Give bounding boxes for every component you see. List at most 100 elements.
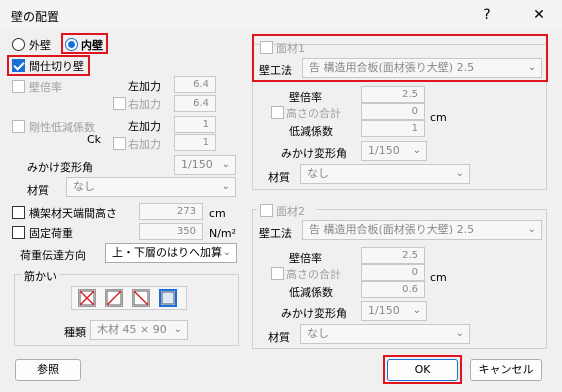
stiffness-right-label: 右加力 <box>128 138 161 151</box>
help-button[interactable]: ? <box>472 4 502 26</box>
panel1-deform-label: みかけ変形角 <box>281 147 347 160</box>
panel2-ratio-label: 壁倍率 <box>289 252 322 265</box>
panel2-material-select[interactable]: なし ⌄ <box>300 324 470 344</box>
panel1-reduction-field[interactable]: 1 <box>361 120 425 137</box>
outer-wall-radio[interactable] <box>12 38 25 51</box>
panel1-ratio-field[interactable]: 2.5 <box>361 86 425 103</box>
brace-left-button[interactable] <box>132 289 150 307</box>
brace-none-button[interactable] <box>159 289 177 307</box>
brace-cross-icon <box>79 290 95 306</box>
reference-button[interactable]: 参照 <box>15 359 81 381</box>
panel2-checkbox[interactable] <box>260 204 273 217</box>
ratio-label: 壁倍率 <box>29 81 62 94</box>
brace-diagonal-right-icon <box>106 290 122 306</box>
frame-height-label: 横架材天端間高さ <box>29 207 117 220</box>
panel2-method-select[interactable]: 告 構造用合板(面材張り大壁) 2.5 ⌄ <box>302 220 542 240</box>
chevron-down-icon: ⌄ <box>455 328 464 339</box>
panel2-ratio-field[interactable]: 2.5 <box>361 247 425 264</box>
brace-type-label: 種類 <box>64 326 86 339</box>
material-value: なし <box>73 180 95 193</box>
fixed-load-unit: N/m² <box>209 227 237 240</box>
chevron-down-icon: ⌄ <box>173 324 182 335</box>
material-select[interactable]: なし ⌄ <box>66 177 236 197</box>
brace-type-value: 木材 45 × 90 <box>97 323 167 336</box>
panel1-method-value: 告 構造用合板(面材張り大壁) 2.5 <box>309 61 475 74</box>
panel1-height-label: 高さの合計 <box>286 107 341 120</box>
panel1-height-checkbox[interactable] <box>271 106 284 119</box>
panel2-reduction-field[interactable]: 0.6 <box>361 281 425 298</box>
chevron-down-icon: ⌄ <box>455 168 464 179</box>
chevron-down-icon: ⌄ <box>222 247 231 258</box>
stiffness-right-field[interactable]: 1 <box>174 134 216 151</box>
panel1-material-value: なし <box>307 167 329 180</box>
ratio-checkbox[interactable] <box>12 80 25 93</box>
panel2-material-label: 材質 <box>268 331 290 344</box>
panel1-material-select[interactable]: なし ⌄ <box>300 164 470 184</box>
chevron-down-icon: ⌄ <box>221 181 230 192</box>
panel2-deform-value: 1/150 <box>368 304 400 317</box>
deform-label: みかけ変形角 <box>27 161 93 174</box>
ratio-left-label: 左加力 <box>128 80 161 93</box>
partition-label: 間仕切り壁 <box>29 60 84 73</box>
partition-checkbox[interactable] <box>12 59 25 72</box>
close-button[interactable]: ✕ <box>524 4 554 26</box>
panel1-unit: cm <box>430 111 447 124</box>
stiffness-left-field[interactable]: 1 <box>174 116 216 133</box>
panel1-title: 面材1 <box>276 42 305 55</box>
stiffness-ck-label: Ck <box>87 133 102 146</box>
ok-button[interactable]: OK <box>387 359 458 381</box>
brace-diagonal-left-icon <box>133 290 149 306</box>
material-label: 材質 <box>27 184 49 197</box>
outer-wall-label: 外壁 <box>29 39 51 52</box>
panel2-height-field[interactable]: 0 <box>361 264 425 281</box>
panel1-checkbox[interactable] <box>260 41 273 54</box>
ratio-right-label: 右加力 <box>128 98 161 111</box>
brace-right-button[interactable] <box>105 289 123 307</box>
fixed-load-field[interactable]: 350 <box>139 223 203 240</box>
stiffness-right-checkbox[interactable] <box>113 137 126 150</box>
chevron-down-icon: ⌄ <box>412 305 421 316</box>
brace-cross-button[interactable] <box>78 289 96 307</box>
chevron-down-icon: ⌄ <box>527 62 536 73</box>
window-title: 壁の配置 <box>11 10 60 24</box>
stiffness-left-label: 左加力 <box>128 120 161 133</box>
load-transfer-select[interactable]: 上・下層のはりへ加算 ⌄ <box>105 243 237 263</box>
frame-height-field[interactable]: 273 <box>139 203 203 220</box>
chevron-down-icon: ⌄ <box>221 159 230 170</box>
panel1-height-field[interactable]: 0 <box>361 103 425 120</box>
panel2-reduction-label: 低減係数 <box>289 286 333 299</box>
ratio-left-field[interactable]: 6.4 <box>174 76 216 93</box>
fixed-load-label: 固定荷重 <box>29 227 73 240</box>
panel2-unit: cm <box>430 271 447 284</box>
panel1-material-label: 材質 <box>268 171 290 184</box>
fixed-load-checkbox[interactable] <box>12 226 25 239</box>
panel2-method-label: 壁工法 <box>259 227 292 240</box>
ratio-right-field[interactable]: 6.4 <box>174 95 216 112</box>
stiffness-label: 剛性低減係数 <box>29 121 95 134</box>
panel2-title: 面材2 <box>276 205 305 218</box>
panel1-deform-value: 1/150 <box>368 144 400 157</box>
panel1-deform-select[interactable]: 1/150 ⌄ <box>361 141 427 161</box>
chevron-down-icon: ⌄ <box>412 145 421 156</box>
panel2-height-label: 高さの合計 <box>286 268 341 281</box>
panel1-reduction-label: 低減係数 <box>289 125 333 138</box>
inner-wall-radio[interactable] <box>65 38 78 51</box>
panel2-material-value: なし <box>307 327 329 340</box>
cancel-button[interactable]: キャンセル <box>470 359 542 381</box>
ratio-right-checkbox[interactable] <box>113 97 126 110</box>
panel2-deform-select[interactable]: 1/150 ⌄ <box>361 301 427 321</box>
deform-select[interactable]: 1/150 ⌄ <box>174 155 236 175</box>
stiffness-checkbox[interactable] <box>12 120 25 133</box>
load-transfer-value: 上・下層のはりへ加算 <box>112 246 222 259</box>
panel1-method-label: 壁工法 <box>259 64 292 77</box>
frame-height-unit: cm <box>209 207 226 220</box>
frame-height-checkbox[interactable] <box>12 206 25 219</box>
load-transfer-label: 荷重伝達方向 <box>20 249 86 262</box>
brace-type-select[interactable]: 木材 45 × 90 ⌄ <box>90 320 188 340</box>
panel2-height-checkbox[interactable] <box>271 267 284 280</box>
panel1-method-select[interactable]: 告 構造用合板(面材張り大壁) 2.5 ⌄ <box>302 58 542 78</box>
brace-group-label: 筋かい <box>22 268 59 284</box>
inner-wall-label: 内壁 <box>81 39 103 52</box>
panel2-method-value: 告 構造用合板(面材張り大壁) 2.5 <box>309 223 475 236</box>
brace-none-icon <box>161 291 175 305</box>
